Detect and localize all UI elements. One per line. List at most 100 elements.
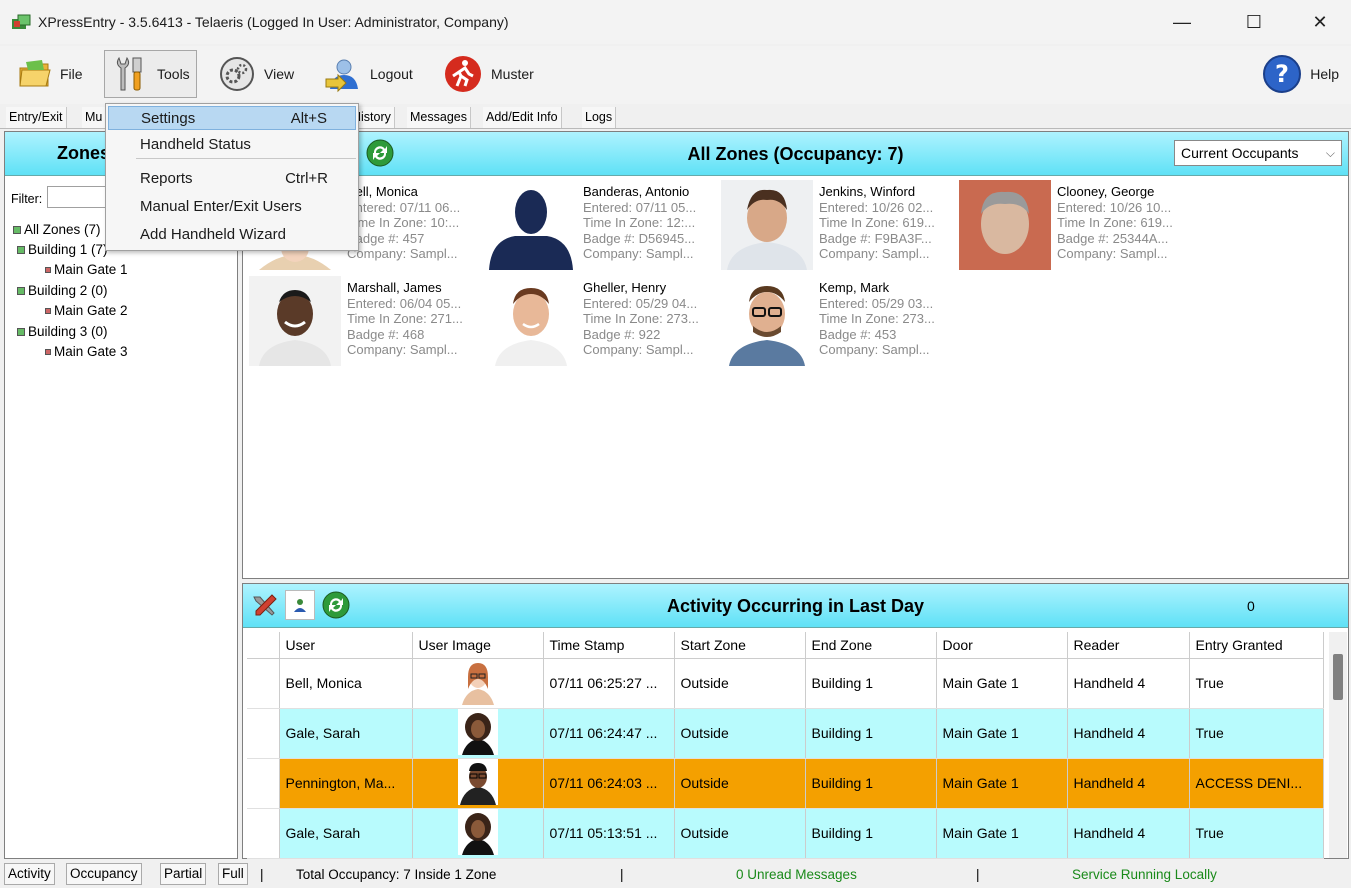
column-header-start-zone[interactable]: Start Zone xyxy=(674,632,806,659)
column-header-reader[interactable]: Reader xyxy=(1067,632,1190,659)
column-header-user-image[interactable]: User Image xyxy=(412,632,544,659)
column-header-door[interactable]: Door xyxy=(936,632,1068,659)
gate-icon xyxy=(45,348,51,355)
status-occupancy: Total Occupancy: 7 Inside 1 Zone xyxy=(296,867,497,882)
user-view-icon[interactable] xyxy=(285,590,315,620)
cell-reader: Handheld 4 xyxy=(1067,708,1190,759)
table-row[interactable]: Bell, Monica 07/11 06:25:27 ... Outside … xyxy=(247,658,1324,709)
refresh-icon[interactable] xyxy=(321,590,351,620)
cell-time-stamp: 07/11 06:24:47 ... xyxy=(543,708,675,759)
occupant-card[interactable]: Kemp, Mark Entered: 05/29 03... Time In … xyxy=(721,276,957,368)
menu-item-handheld-status[interactable]: Handheld Status xyxy=(108,132,356,156)
file-menu[interactable]: File xyxy=(16,50,83,98)
zone-icon xyxy=(13,225,21,234)
menu-item-settings[interactable]: Settings Alt+S xyxy=(108,106,356,130)
tree-item-main-gate-2[interactable]: Main Gate 2 xyxy=(45,303,128,318)
status-unread-messages[interactable]: 0 Unread Messages xyxy=(736,867,857,882)
tools-icon xyxy=(109,54,149,94)
occupancy-view-select[interactable]: Current Occupants ⌵ xyxy=(1174,140,1342,166)
muster-menu[interactable]: Muster xyxy=(443,50,534,98)
column-header-entry-granted[interactable]: Entry Granted xyxy=(1189,632,1324,659)
activity-count: 0 xyxy=(1247,598,1255,614)
menu-item-reports[interactable]: Reports Ctrl+R xyxy=(108,166,356,190)
close-button[interactable]: ✕ xyxy=(1298,0,1342,44)
cell-door: Main Gate 1 xyxy=(936,708,1068,759)
table-row[interactable]: Gale, Sarah 07/11 06:24:47 ... Outside B… xyxy=(247,708,1324,759)
status-tab-activity[interactable]: Activity xyxy=(4,863,55,885)
occupant-card[interactable]: Banderas, Antonio Entered: 07/11 05... T… xyxy=(485,180,721,272)
tree-item-all-zones[interactable]: All Zones (7) xyxy=(13,222,101,237)
row-selector-header xyxy=(247,632,280,659)
cell-user-image xyxy=(412,708,544,759)
cell-user-image xyxy=(412,758,544,809)
status-tab-partial[interactable]: Partial xyxy=(160,863,207,885)
occupant-card[interactable]: Jenkins, Winford Entered: 10/26 02... Ti… xyxy=(721,180,957,272)
table-row[interactable]: Gale, Sarah 07/11 05:13:51 ... Outside B… xyxy=(247,808,1324,859)
tools-dropdown-menu: Settings Alt+S Handheld Status Reports C… xyxy=(105,103,359,251)
help-menu[interactable]: ? Help xyxy=(1262,50,1339,98)
occupant-card[interactable]: Marshall, James Entered: 06/04 05... Tim… xyxy=(249,276,485,368)
cell-entry-granted: ACCESS DENI... xyxy=(1189,758,1324,809)
occupant-info: Marshall, James Entered: 06/04 05... Tim… xyxy=(347,280,463,357)
status-separator: | xyxy=(620,867,624,882)
column-header-time-stamp[interactable]: Time Stamp xyxy=(543,632,675,659)
tab-add-edit-info[interactable]: Add/Edit Info xyxy=(483,107,562,128)
menu-bar: File Tools View Logout Muster ? Help xyxy=(0,46,1351,104)
tab-muster[interactable]: Mu xyxy=(82,107,107,128)
row-selector[interactable] xyxy=(247,708,280,759)
help-icon: ? xyxy=(1262,54,1302,94)
table-header-row: User User Image Time Stamp Start Zone En… xyxy=(247,632,1324,659)
occupant-photo xyxy=(721,180,813,270)
tree-item-building-1[interactable]: Building 1 (7) xyxy=(17,242,108,257)
emergency-exit-icon xyxy=(443,54,483,94)
status-tab-occupancy[interactable]: Occupancy xyxy=(66,863,142,885)
svg-text:?: ? xyxy=(1275,60,1289,88)
maximize-button[interactable]: ☐ xyxy=(1232,0,1276,44)
row-selector[interactable] xyxy=(247,808,280,859)
logout-menu-label: Logout xyxy=(370,66,413,82)
cell-door: Main Gate 1 xyxy=(936,758,1068,809)
title-bar: XPressEntry - 3.5.6413 - Telaeris (Logge… xyxy=(0,0,1351,44)
minimize-button[interactable]: — xyxy=(1160,0,1204,44)
tree-item-main-gate-1[interactable]: Main Gate 1 xyxy=(45,262,128,277)
tools-menu[interactable]: Tools xyxy=(104,50,197,98)
app-icon xyxy=(12,13,32,31)
column-header-end-zone[interactable]: End Zone xyxy=(805,632,937,659)
user-avatar-image xyxy=(457,808,498,855)
help-menu-label: Help xyxy=(1310,66,1339,82)
scrollbar-thumb[interactable] xyxy=(1333,654,1343,700)
view-menu[interactable]: View xyxy=(218,50,294,98)
vertical-scrollbar[interactable] xyxy=(1329,632,1347,858)
logout-menu[interactable]: Logout xyxy=(322,50,413,98)
refresh-icon[interactable] xyxy=(365,138,395,168)
tab-entry-exit[interactable]: Entry/Exit xyxy=(6,107,67,128)
tab-messages[interactable]: Messages xyxy=(407,107,471,128)
activity-panel: Activity Occurring in Last Day 0 User Us… xyxy=(242,583,1349,859)
column-header-user[interactable]: User xyxy=(279,632,413,659)
occupant-info: Bell, Monica Entered: 07/11 06... Time I… xyxy=(347,184,461,261)
row-selector[interactable] xyxy=(247,658,280,709)
occupant-card[interactable]: Clooney, George Entered: 10/26 10... Tim… xyxy=(959,180,1195,272)
occupant-card[interactable]: Gheller, Henry Entered: 05/29 04... Time… xyxy=(485,276,721,368)
tree-item-main-gate-3[interactable]: Main Gate 3 xyxy=(45,344,128,359)
cell-entry-granted: True xyxy=(1189,808,1324,859)
tree-item-building-2[interactable]: Building 2 (0) xyxy=(17,283,108,298)
occupant-photo xyxy=(485,276,577,366)
view-menu-label: View xyxy=(264,66,295,82)
cell-end-zone: Building 1 xyxy=(805,658,937,709)
cell-time-stamp: 07/11 06:25:27 ... xyxy=(543,658,675,709)
cell-end-zone: Building 1 xyxy=(805,758,937,809)
shortcut-label: Ctrl+R xyxy=(285,169,328,187)
cell-start-zone: Outside xyxy=(674,808,806,859)
status-tab-full[interactable]: Full xyxy=(218,863,248,885)
settings-tools-icon[interactable] xyxy=(249,590,279,620)
menu-item-add-handheld-wizard[interactable]: Add Handheld Wizard xyxy=(108,222,356,246)
table-row[interactable]: Pennington, Ma... 07/11 06:24:03 ... Out… xyxy=(247,758,1324,809)
cell-time-stamp: 07/11 05:13:51 ... xyxy=(543,808,675,859)
tab-logs[interactable]: Logs xyxy=(582,107,617,128)
tree-item-building-3[interactable]: Building 3 (0) xyxy=(17,324,108,339)
cell-user: Pennington, Ma... xyxy=(279,758,413,809)
cell-reader: Handheld 4 xyxy=(1067,658,1190,709)
menu-item-manual-enter-exit[interactable]: Manual Enter/Exit Users xyxy=(108,194,356,218)
row-selector[interactable] xyxy=(247,758,280,809)
